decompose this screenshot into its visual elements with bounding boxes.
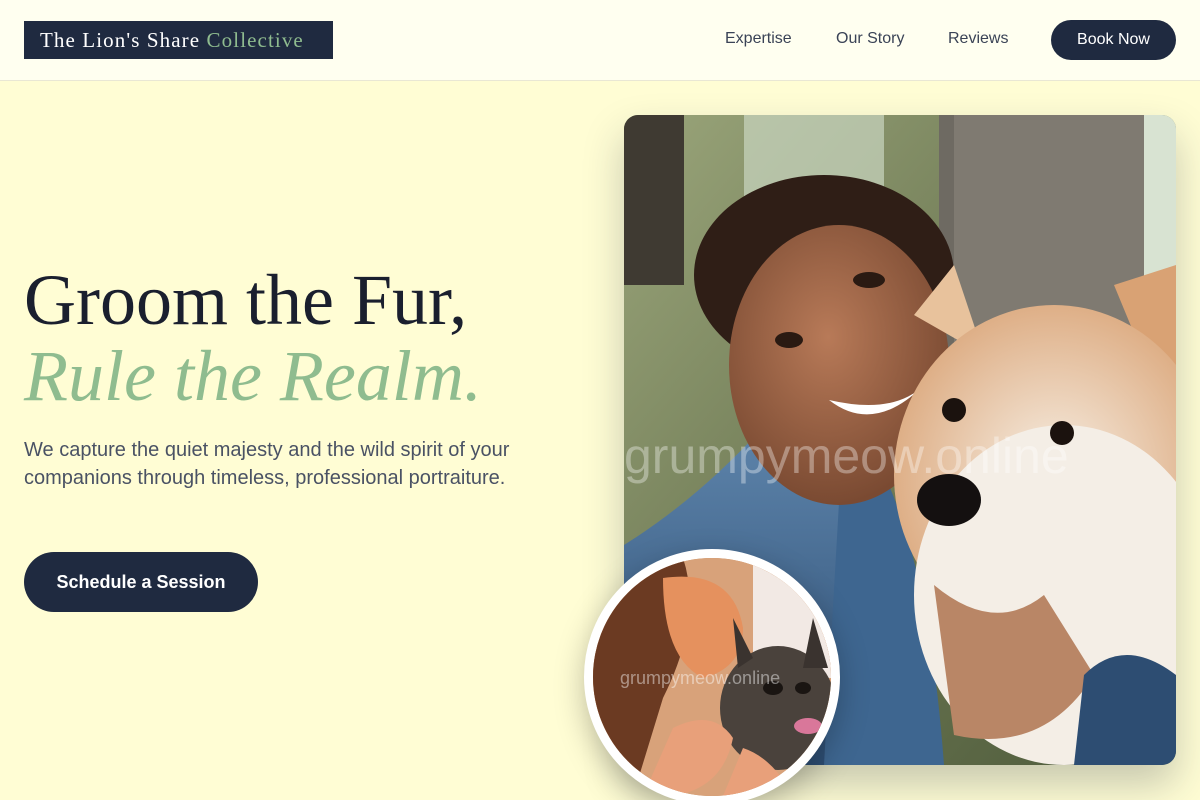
- inset-photo-illustration: [593, 558, 831, 796]
- schedule-session-button[interactable]: Schedule a Session: [24, 552, 258, 612]
- brand-logo[interactable]: The Lion's Share Collective: [24, 21, 333, 59]
- hero-title-line2: Rule the Realm.: [24, 336, 482, 416]
- nav-link-expertise[interactable]: Expertise: [725, 30, 792, 48]
- logo-accent-text: Collective: [206, 28, 304, 52]
- logo-main-text: The Lion's Share: [40, 28, 201, 52]
- inset-photo-woman-kissing-bulldog: grumpymeow.online: [584, 549, 840, 800]
- top-nav: The Lion's Share Collective Expertise Ou…: [0, 0, 1200, 81]
- nav-link-reviews[interactable]: Reviews: [948, 30, 1008, 48]
- nav-link-our-story[interactable]: Our Story: [836, 30, 904, 48]
- book-now-button[interactable]: Book Now: [1051, 20, 1176, 60]
- hero-title-line1: Groom the Fur,: [24, 260, 468, 340]
- hero-subtitle: We capture the quiet majesty and the wil…: [24, 439, 510, 489]
